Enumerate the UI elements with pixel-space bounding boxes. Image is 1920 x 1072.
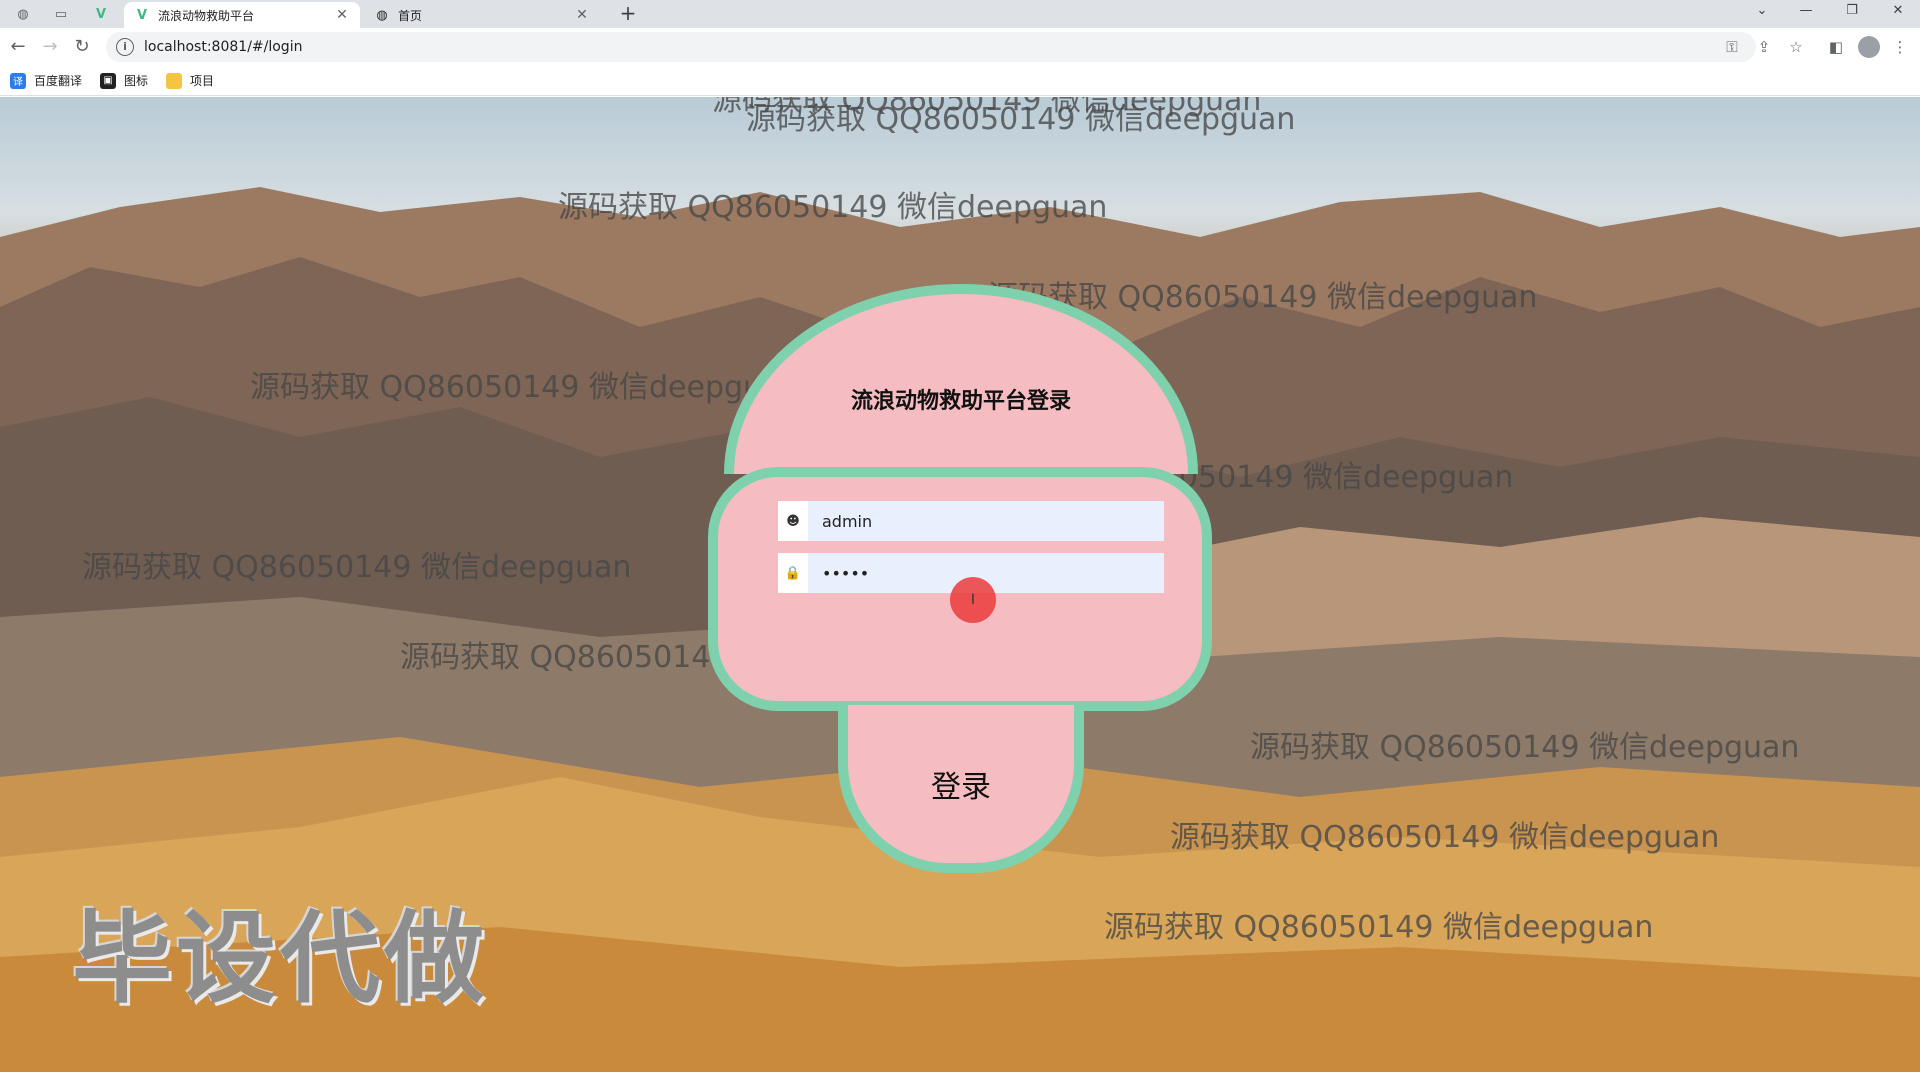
username-field[interactable]: ☻: [778, 501, 1164, 541]
image-icon: ▣: [100, 72, 117, 89]
bookmark-label: 项目: [190, 74, 215, 88]
close-icon[interactable]: ✕: [574, 7, 590, 23]
large-watermark: 毕设代做: [72, 900, 488, 1017]
bookmark-label: 百度翻译: [34, 74, 83, 88]
blank-tab-icon[interactable]: ▭: [46, 2, 76, 26]
watermark-text: 源码获取 QQ86050149 微信deepguan: [746, 102, 1296, 137]
address-bar[interactable]: i localhost:8081/#/login: [106, 32, 1756, 62]
info-icon[interactable]: i: [116, 38, 134, 56]
window-close-button[interactable]: ✕: [1876, 0, 1920, 24]
vue-icon[interactable]: V: [86, 2, 116, 26]
share-icon[interactable]: ⇪: [1752, 35, 1776, 59]
menu-icon[interactable]: ⋮: [1888, 35, 1912, 59]
tab-title: 首页: [398, 8, 423, 23]
back-icon[interactable]: ←: [6, 35, 30, 59]
key-icon[interactable]: ⚿: [1720, 35, 1744, 59]
login-page: 源码获取 QQ86050149 微信deepguan 源码获取 QQ860501…: [0, 97, 1920, 1072]
bookmark-item[interactable]: 项目: [166, 72, 214, 89]
close-icon[interactable]: ✕: [334, 7, 350, 23]
globe-icon[interactable]: ◍: [8, 2, 38, 26]
restore-button[interactable]: ❐: [1830, 0, 1874, 24]
new-tab-button[interactable]: +: [615, 2, 641, 26]
watermark-text: 源码获取 QQ86050149 微信deepguan: [558, 190, 1108, 225]
tab-home[interactable]: ◍ 首页 ✕: [364, 2, 600, 28]
login-button-label: 登录: [931, 770, 991, 805]
browser-toolbar: ← → ↻ i localhost:8081/#/login ⚿ ⇪ ☆ ◧ ⋮: [0, 28, 1920, 66]
watermark-text: 源码获取 QQ86050149 微信deepguan: [1170, 820, 1720, 855]
tab-search-icon[interactable]: ⌄: [1740, 0, 1784, 24]
url-text: localhost:8081/#/login: [144, 39, 303, 55]
watermark-text: 源码获取 QQ86050149 微信deepguan: [250, 370, 800, 405]
bookmark-label: 图标: [124, 74, 149, 88]
bookmarks-bar: 译 百度翻译 ▣ 图标 项目: [0, 66, 1920, 96]
tab-title: 流浪动物救助平台: [158, 8, 255, 23]
translate-icon: 译: [10, 72, 26, 89]
forward-icon[interactable]: →: [38, 35, 62, 59]
page-title: 流浪动物救助平台登录: [850, 389, 1071, 414]
sidepanel-icon[interactable]: ◧: [1824, 35, 1848, 59]
globe-icon: ◍: [376, 7, 388, 23]
star-icon[interactable]: ☆: [1784, 35, 1808, 59]
bookmark-item[interactable]: 译 百度翻译: [10, 72, 82, 89]
minimize-button[interactable]: —: [1784, 0, 1828, 24]
watermark-text: 源码获取 QQ86050149 微信deepguan: [1104, 910, 1654, 945]
reload-icon[interactable]: ↻: [70, 35, 94, 59]
cursor-indicator: I: [950, 577, 996, 623]
username-input[interactable]: [808, 501, 1164, 541]
watermark-text: 源码获取 QQ86050149 微信deepguan: [82, 550, 632, 585]
user-icon: ☻: [778, 501, 808, 541]
bookmark-item[interactable]: ▣ 图标: [100, 72, 148, 89]
profile-avatar[interactable]: [1858, 36, 1880, 58]
watermark-text: 源码获取 QQ86050149 微信deepguan: [1250, 730, 1800, 765]
vue-icon: V: [136, 7, 148, 23]
folder-icon: [166, 72, 183, 89]
tab-active[interactable]: V 流浪动物救助平台 ✕: [124, 2, 360, 28]
browser-tab-bar: ◍ ▭ V V 流浪动物救助平台 ✕ ◍ 首页 ✕ + ⌄ — ❐ ✕: [0, 0, 1920, 28]
lock-icon: 🔒: [778, 553, 808, 593]
